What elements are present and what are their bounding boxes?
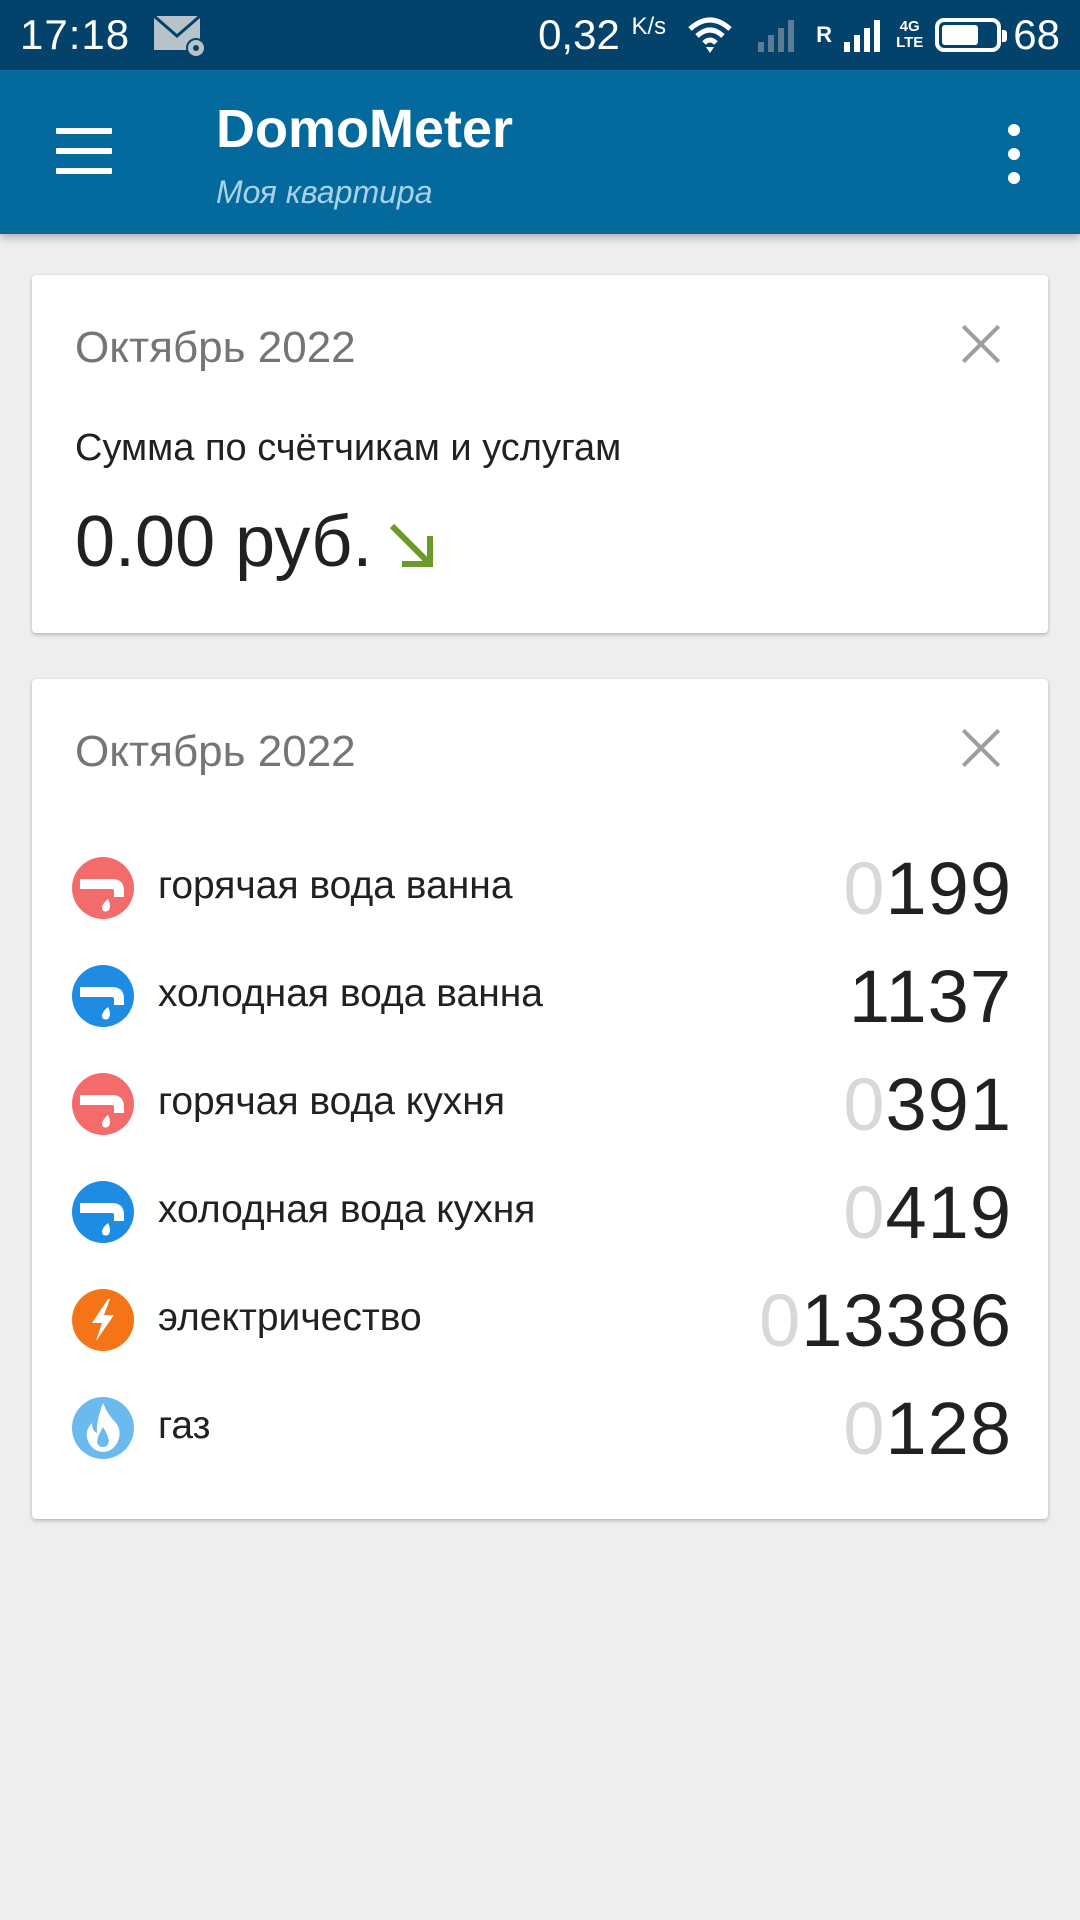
meter-row[interactable]: электричество 013386: [32, 1266, 1048, 1374]
meter-name: горячая вода кухня: [158, 1080, 505, 1123]
cold-water-icon: [72, 965, 134, 1027]
wifi-icon: [686, 15, 734, 55]
meters-card[interactable]: Октябрь 2022 горячая вода ванна 0199 хол…: [32, 679, 1048, 1519]
network-type: 4G LTE: [896, 18, 924, 51]
meter-name: холодная вода ванна: [158, 972, 543, 1015]
network-speed: 0,32 K/s: [538, 11, 667, 58]
hot-water-icon: [72, 857, 134, 919]
meter-name: газ: [158, 1404, 211, 1447]
summary-card[interactable]: Октябрь 2022 Сумма по счётчикам и услуга…: [32, 275, 1048, 633]
card-title: Октябрь 2022: [75, 727, 356, 776]
sum-row: 0.00 руб.: [75, 501, 438, 583]
meter-value: 013386: [759, 1279, 1012, 1362]
card-title: Октябрь 2022: [75, 323, 356, 372]
menu-icon-line: [56, 128, 112, 134]
status-time: 17:18: [20, 11, 131, 58]
menu-icon-line: [56, 148, 112, 154]
app-title: DomoMeter: [216, 99, 514, 159]
meter-value: 0391: [843, 1063, 1012, 1146]
hot-water-icon: [72, 1073, 134, 1135]
meter-name: горячая вода ванна: [158, 864, 513, 907]
status-bar: 17:18 0,32 K/s R 4G LTE 68: [0, 0, 1080, 70]
cold-water-icon: [72, 1181, 134, 1243]
meter-row[interactable]: газ 0128: [32, 1374, 1048, 1482]
battery-percent: 68: [1013, 11, 1060, 58]
meter-value: 0199: [843, 847, 1012, 930]
meter-row[interactable]: горячая вода ванна 0199: [32, 834, 1048, 942]
signal-sim1-empty-icon: [754, 16, 800, 54]
meter-name: холодная вода кухня: [158, 1188, 536, 1231]
more-dot: [1008, 172, 1020, 184]
meter-value: 1137: [848, 955, 1012, 1038]
meter-row[interactable]: холодная вода ванна 1137: [32, 942, 1048, 1050]
more-options-button[interactable]: [1000, 124, 1028, 184]
battery-icon: [935, 18, 1008, 52]
menu-icon-line: [56, 168, 112, 174]
meter-row[interactable]: горячая вода кухня 0391: [32, 1050, 1048, 1158]
gas-icon: [72, 1397, 134, 1459]
meter-name: электричество: [158, 1296, 422, 1339]
electricity-icon: [72, 1289, 134, 1351]
signal-sim2-icon: [840, 16, 886, 54]
arrow-down-right-icon: [386, 520, 438, 572]
battery-level: [942, 25, 978, 45]
sum-label: Сумма по счётчикам и услугам: [75, 427, 622, 469]
meter-list: горячая вода ванна 0199 холодная вода ва…: [32, 834, 1048, 1482]
app-subtitle: Моя квартира: [216, 174, 433, 210]
roaming-indicator: R: [816, 22, 833, 47]
app-bar: DomoMeter Моя квартира: [0, 70, 1080, 234]
mail-settings-icon: [152, 12, 210, 58]
close-icon[interactable]: [960, 727, 1002, 769]
meter-row[interactable]: холодная вода кухня 0419: [32, 1158, 1048, 1266]
more-dot: [1008, 148, 1020, 160]
meter-value: 0419: [843, 1171, 1012, 1254]
menu-button[interactable]: [56, 128, 112, 174]
more-dot: [1008, 124, 1020, 136]
close-icon[interactable]: [960, 323, 1002, 365]
sum-amount: 0.00 руб.: [75, 502, 373, 582]
meter-value: 0128: [843, 1387, 1012, 1470]
